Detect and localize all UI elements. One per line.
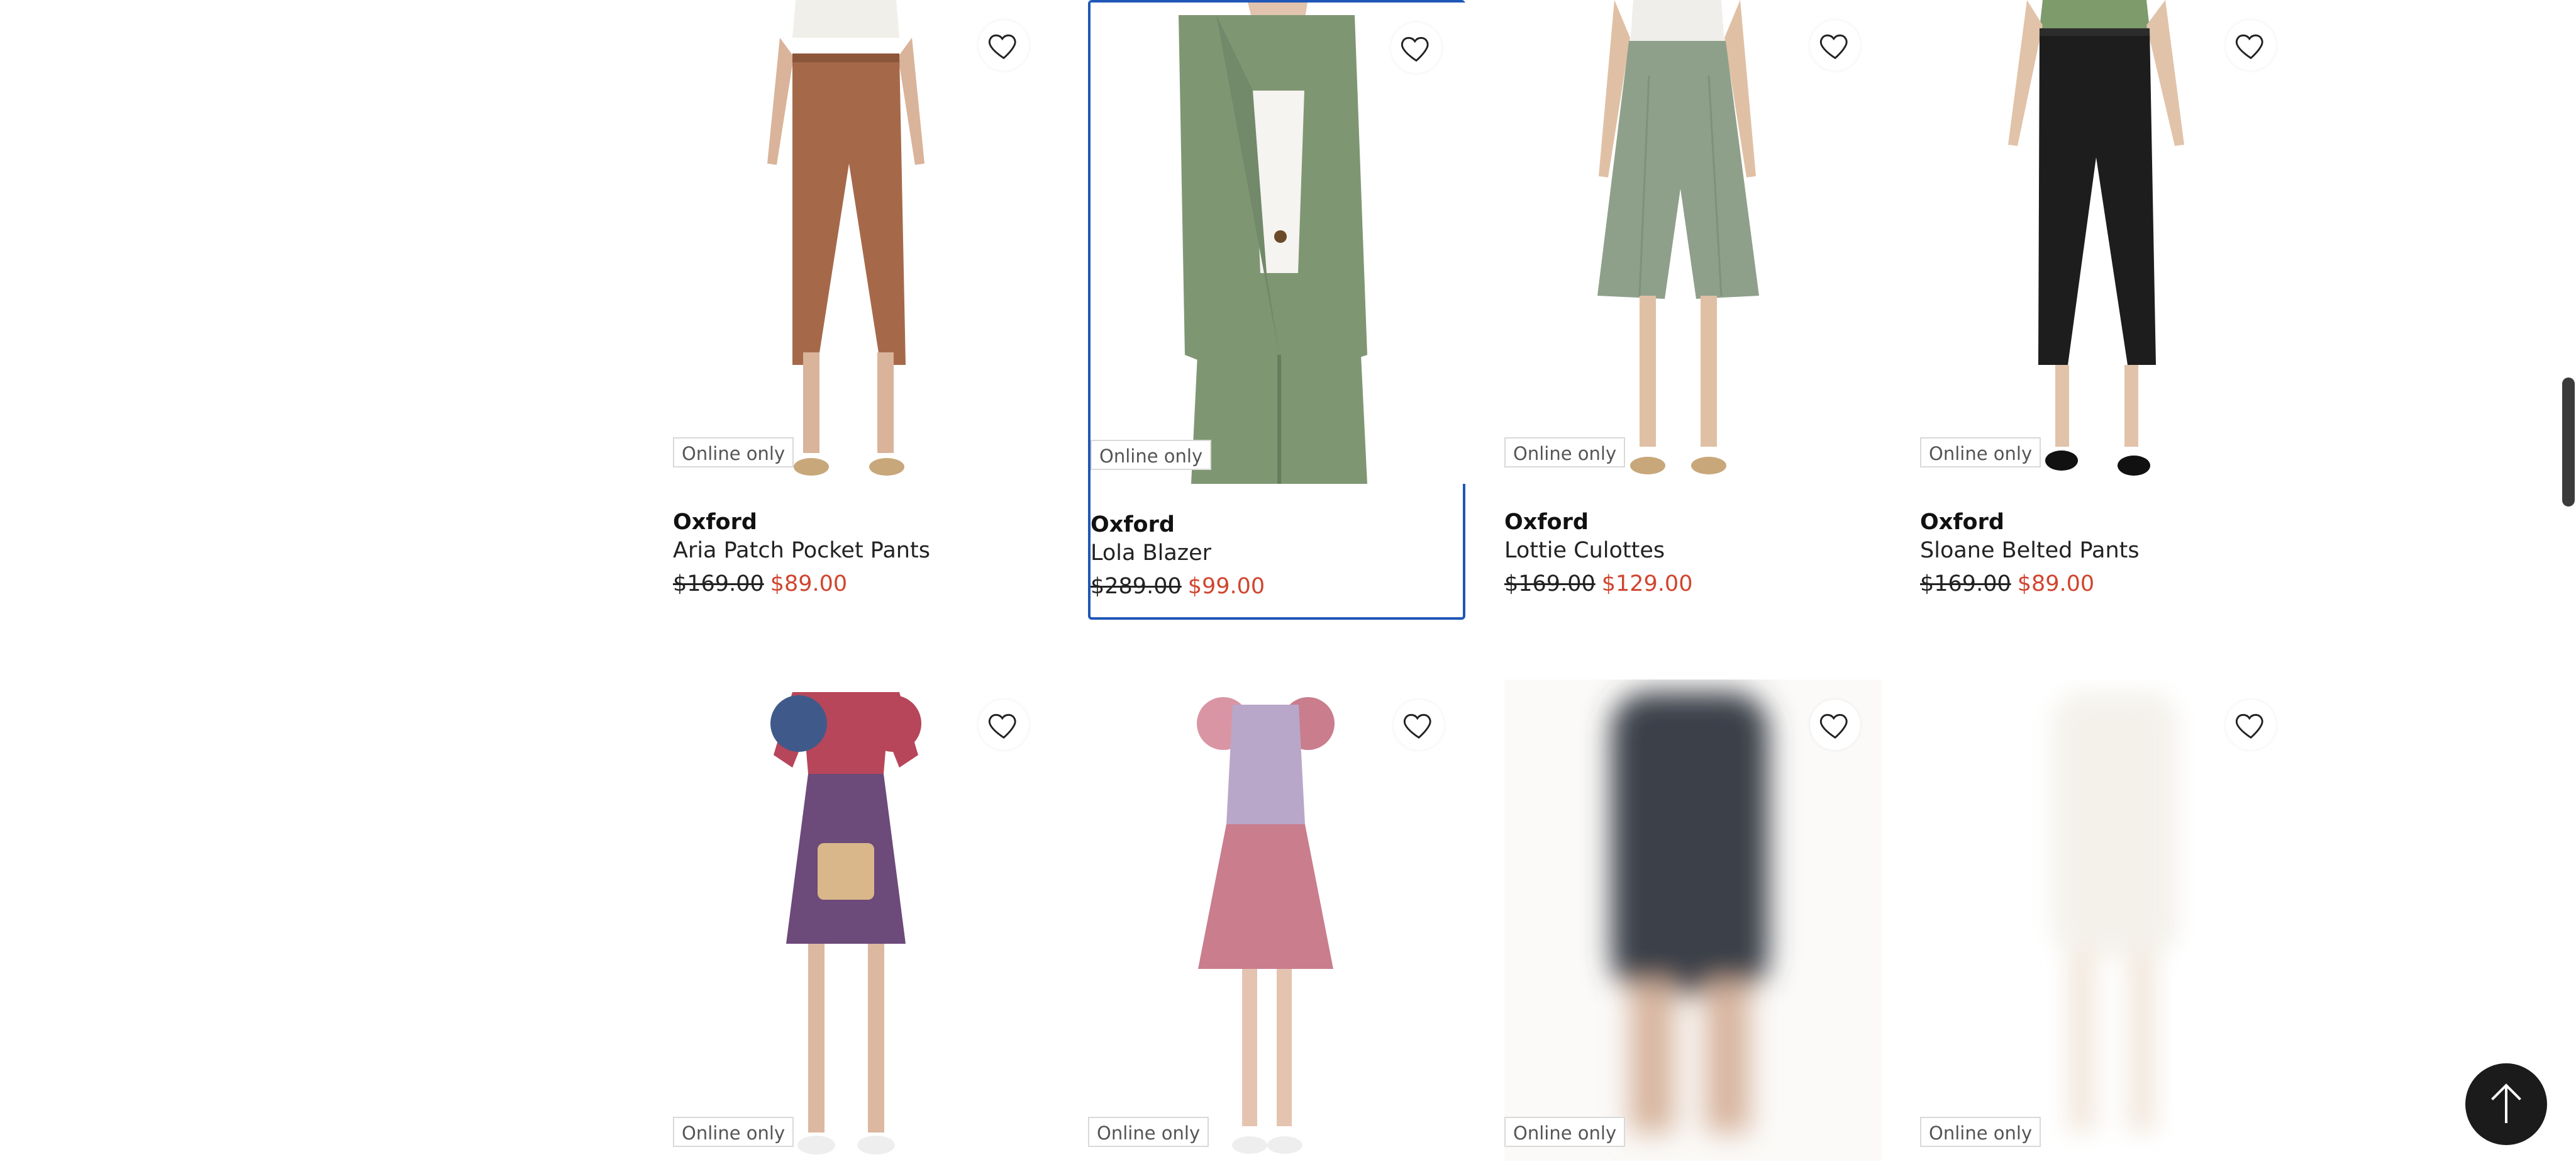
product-card[interactable]: Online only <box>1088 680 1465 1169</box>
product-image[interactable] <box>673 680 1050 1161</box>
heart-icon <box>2235 34 2263 60</box>
product-image[interactable] <box>673 0 1050 481</box>
product-image[interactable] <box>1920 680 2297 1161</box>
heart-icon <box>1819 34 1848 60</box>
heart-icon <box>1819 713 1848 739</box>
product-image[interactable] <box>1091 3 1468 484</box>
product-name[interactable]: Lola Blazer <box>1091 540 1211 566</box>
product-name[interactable]: Sloane Belted Pants <box>1920 538 2140 563</box>
sale-price: $89.00 <box>770 571 848 596</box>
product-image[interactable] <box>1088 680 1465 1161</box>
arrow-up-icon <box>2491 1083 2521 1123</box>
online-only-badge: Online only <box>1920 437 2041 467</box>
product-grid: Online only Oxford Aria Patch Pocket Pan… <box>0 0 2576 1169</box>
sale-price: $89.00 <box>2017 571 2095 596</box>
product-brand: Oxford <box>1504 510 1589 535</box>
product-card[interactable]: Online only <box>1920 680 2297 1169</box>
product-card[interactable]: Online only <box>1504 680 1882 1169</box>
heart-icon <box>988 34 1016 60</box>
price-row: $169.00 $129.00 <box>1504 571 1692 596</box>
price-row: $289.00 $99.00 <box>1091 574 1265 599</box>
price-row: $169.00 $89.00 <box>1920 571 2094 596</box>
product-card[interactable]: Online only Oxford Lola Blazer $289.00 $9… <box>1088 0 1468 620</box>
original-price: $169.00 <box>673 571 764 596</box>
product-image[interactable] <box>1920 0 2297 481</box>
heart-icon <box>2235 713 2263 739</box>
original-price: $169.00 <box>1920 571 2011 596</box>
product-name[interactable]: Lottie Culottes <box>1504 538 1665 563</box>
online-only-badge: Online only <box>1504 1117 1626 1147</box>
wishlist-button[interactable] <box>1810 20 1860 70</box>
product-brand: Oxford <box>1091 512 1175 537</box>
wishlist-button[interactable] <box>2226 700 2276 750</box>
wishlist-button[interactable] <box>2226 20 2276 70</box>
online-only-badge: Online only <box>1920 1117 2041 1147</box>
product-image[interactable] <box>1504 0 1882 481</box>
heart-icon <box>1403 713 1431 739</box>
heart-icon <box>988 713 1016 739</box>
back-to-top-button[interactable] <box>2465 1063 2547 1145</box>
product-card[interactable]: Online only Oxford Lottie Culottes $169.… <box>1504 0 1882 623</box>
scrollbar-thumb[interactable] <box>2562 378 2575 506</box>
online-only-badge: Online only <box>1091 440 1212 470</box>
product-card[interactable]: Online only Oxford Aria Patch Pocket Pan… <box>673 0 1050 623</box>
product-name[interactable]: Aria Patch Pocket Pants <box>673 538 930 563</box>
online-only-badge: Online only <box>673 437 794 467</box>
heart-icon <box>1401 36 1429 62</box>
product-brand: Oxford <box>673 510 757 535</box>
wishlist-button[interactable] <box>1394 700 1444 750</box>
product-card[interactable]: Online only Oxford Sloane Belted Pants $… <box>1920 0 2297 623</box>
original-price: $289.00 <box>1091 574 1182 599</box>
product-card[interactable]: Online only <box>673 680 1050 1169</box>
wishlist-button[interactable] <box>1391 23 1441 73</box>
original-price: $169.00 <box>1504 571 1596 596</box>
online-only-badge: Online only <box>1088 1117 1209 1147</box>
wishlist-button[interactable] <box>979 700 1029 750</box>
product-image[interactable] <box>1504 680 1882 1161</box>
online-only-badge: Online only <box>1504 437 1626 467</box>
sale-price: $129.00 <box>1601 571 1693 596</box>
product-brand: Oxford <box>1920 510 2004 535</box>
price-row: $169.00 $89.00 <box>673 571 847 596</box>
wishlist-button[interactable] <box>1810 700 1860 750</box>
sale-price: $99.00 <box>1187 574 1265 599</box>
online-only-badge: Online only <box>673 1117 794 1147</box>
wishlist-button[interactable] <box>979 20 1029 70</box>
